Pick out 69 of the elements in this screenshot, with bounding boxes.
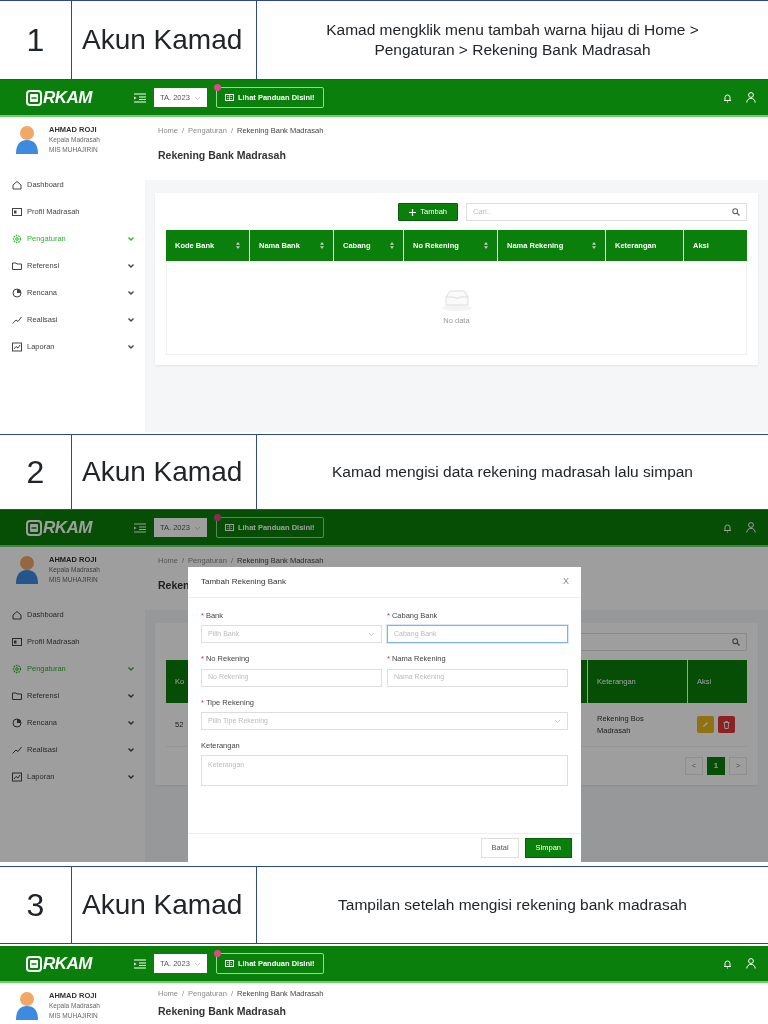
step-description: Kamad mengklik menu tambah warna hijau di Home > Pengaturan > Rekening Bank Madrasah [325, 19, 700, 60]
avatar-icon [14, 555, 40, 585]
user-icon[interactable] [746, 92, 756, 103]
avatar-icon [14, 125, 40, 155]
sort-icon[interactable] [484, 242, 488, 249]
step-description: Tampilan setelah mengisi rekening bank madrasah [338, 894, 687, 915]
bell-icon[interactable] [723, 958, 732, 969]
sort-icon[interactable] [320, 242, 324, 249]
book-icon [224, 960, 234, 967]
step-number: 3 [26, 886, 45, 925]
bell-icon[interactable] [723, 92, 732, 103]
logo-icon [26, 89, 42, 106]
search-icon [732, 638, 740, 646]
step-number: 1 [26, 21, 45, 60]
step-number: 2 [26, 453, 45, 492]
gear-icon [12, 233, 22, 244]
page-title: Rekening Bank Madrasah [158, 148, 286, 164]
menu-toggle-icon[interactable] [134, 958, 146, 969]
step-description: Kamad mengisi data rekening madrasah lalu simpan [332, 461, 693, 482]
pie-chart-icon [12, 287, 22, 298]
id-card-icon [12, 636, 22, 647]
page-title: Reken [158, 578, 190, 594]
notification-dot [213, 83, 221, 91]
sort-icon[interactable] [390, 242, 394, 249]
logo-icon [26, 519, 42, 536]
account-label: Akun Kamad [82, 23, 243, 57]
folder-icon [12, 690, 22, 701]
pie-chart-icon [12, 717, 22, 728]
book-icon [224, 94, 234, 101]
logo-icon [26, 955, 42, 972]
modal-title: Tambah Rekening Bank [201, 576, 286, 588]
account-label: Akun Kamad [82, 888, 243, 922]
house-icon [12, 179, 22, 190]
sort-icon[interactable] [592, 242, 596, 249]
trash-icon [723, 720, 730, 729]
trend-line-icon [12, 314, 22, 325]
caret-icon [368, 631, 375, 638]
caret-icon [554, 717, 561, 724]
notification-dot [213, 513, 221, 521]
folder-icon [12, 260, 22, 271]
logo-text: RKAM [43, 516, 92, 539]
gear-icon [12, 663, 22, 674]
user-icon[interactable] [746, 958, 756, 969]
logo-text: RKAM [43, 952, 92, 975]
avatar-icon [14, 991, 40, 1021]
pencil-icon [702, 721, 709, 728]
chart-box-icon [12, 771, 22, 782]
caret-icon [193, 94, 201, 101]
trend-line-icon [12, 744, 22, 755]
caret-icon [193, 960, 201, 967]
notification-dot [213, 949, 221, 957]
house-icon [12, 609, 22, 620]
chart-box-icon [12, 341, 22, 352]
id-card-icon [12, 206, 22, 217]
menu-toggle-icon[interactable] [134, 92, 146, 103]
close-button[interactable]: X [563, 575, 569, 589]
logo-text: RKAM [43, 86, 92, 109]
account-label: Akun Kamad [82, 455, 243, 489]
plus-icon [409, 208, 417, 216]
book-icon [224, 524, 234, 531]
search-icon [732, 208, 740, 216]
inbox-icon [440, 288, 473, 311]
caret-icon [193, 524, 201, 531]
menu-toggle-icon[interactable] [134, 522, 146, 533]
page-title: Rekening Bank Madrasah [158, 1004, 286, 1020]
bell-icon[interactable] [723, 522, 732, 533]
delete-button[interactable] [718, 716, 735, 733]
user-icon[interactable] [746, 522, 756, 533]
sort-icon[interactable] [236, 242, 240, 249]
